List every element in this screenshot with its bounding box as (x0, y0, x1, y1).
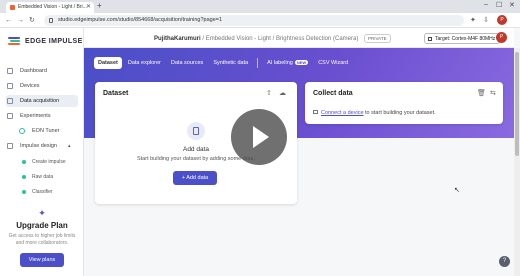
switch-icon[interactable]: ⇆ (490, 89, 496, 97)
upgrade-text: Get access to higher job limits and more… (8, 233, 76, 246)
user-avatar[interactable]: P (496, 32, 507, 43)
dashboard-icon (7, 68, 13, 74)
sidebar-subitem-label: Classifier (32, 189, 53, 195)
sidebar-item-label: Dashboard (20, 68, 47, 74)
device-icon (313, 110, 318, 114)
sidebar-item-label: EON Tuner (32, 128, 60, 134)
sidebar-subitem-label: Raw data (32, 174, 54, 180)
view-plans-button[interactable]: View plans (19, 253, 65, 267)
browser-tab[interactable]: Embedded Vision - Light / Bri... ✕ (6, 2, 94, 13)
status-dot-icon (22, 190, 26, 194)
breadcrumb: PujithaKarumuri / Embedded Vision - Ligh… (154, 34, 391, 43)
tab-label: AI labeling (267, 60, 293, 66)
sidebar-item-eon-tuner[interactable]: EON Tuner (18, 125, 60, 137)
devices-icon (7, 83, 13, 89)
collect-rest-text: to start building your dataset. (365, 110, 436, 116)
forward-icon[interactable]: → (17, 16, 24, 25)
help-icon[interactable]: ? (499, 256, 510, 267)
tab-dataset[interactable]: Dataset (94, 57, 122, 69)
sidebar-item-devices[interactable]: Devices (6, 80, 40, 92)
sidebar-item-experiments[interactable]: Experiments (6, 110, 51, 122)
browser-profile-avatar[interactable]: P (497, 15, 507, 25)
collect-data-card: Collect data 🗑 ⇆ Connect a device to sta… (305, 82, 503, 124)
dataset-empty-icon (187, 122, 205, 140)
connect-device-link[interactable]: Connect a device (321, 110, 364, 116)
browser-tab-title: Embedded Vision - Light / Bri... (18, 4, 87, 10)
tab-data-sources[interactable]: Data sources (167, 57, 207, 69)
database-icon (7, 98, 13, 104)
sidebar-item-impulse-design[interactable]: Impulse design ▴ (6, 140, 71, 152)
impulse-icon (7, 143, 13, 149)
breadcrumb-user[interactable]: PujithaKarumuri (154, 36, 201, 42)
status-dot-icon (22, 175, 26, 179)
add-data-button[interactable]: + Add data (173, 171, 217, 185)
logo[interactable]: EDGE IMPULSE (8, 36, 83, 46)
sidebar-item-label: Data acquisition (20, 98, 60, 104)
tab-csv-wizard[interactable]: CSV Wizard (314, 57, 352, 69)
visibility-badge: PRIVATE (364, 34, 391, 43)
downloads-icon[interactable]: ⇩ (483, 16, 489, 25)
back-icon[interactable]: ← (5, 16, 12, 25)
tab-ai-labeling[interactable]: AI labeling NEW (263, 57, 312, 69)
target-label: Target: Cortex-M4F 80MHz (435, 36, 496, 42)
new-tab-icon[interactable]: + (97, 1, 102, 10)
video-play-button[interactable] (231, 109, 287, 165)
close-tab-icon[interactable]: ✕ (86, 2, 91, 13)
status-dot-icon (22, 160, 26, 164)
favicon-icon (10, 5, 15, 10)
tab-synthetic-data[interactable]: Synthetic data (209, 57, 252, 69)
upload-icon[interactable]: ⇧ (266, 89, 272, 97)
url-input[interactable]: studio.edgeimpulse.com/studio/854668/acq… (44, 15, 464, 26)
dataset-card-title: Dataset (103, 90, 129, 97)
url-text: studio.edgeimpulse.com/studio/854668/acq… (58, 17, 223, 23)
sidebar-item-data-acquisition[interactable]: Data acquisition (6, 95, 78, 107)
mouse-cursor-icon: ↖ (454, 187, 460, 194)
tuner-icon (19, 128, 25, 134)
tab-divider (257, 58, 259, 68)
sidebar-item-label: Impulse design (20, 143, 57, 149)
address-bar-row: ← → ↻ studio.edgeimpulse.com/studio/8546… (0, 13, 520, 28)
sidebar: EDGE IMPULSE Dashboard Devices Data acqu… (0, 28, 84, 276)
maximize-icon[interactable]: ☐ (496, 1, 502, 9)
upgrade-title: Upgrade Plan (16, 221, 68, 230)
lock-icon (49, 18, 53, 23)
project-header: PujithaKarumuri / Embedded Vision - Ligh… (84, 28, 514, 48)
experiments-icon (7, 113, 13, 119)
breadcrumb-project: Embedded Vision - Light / Brightness Det… (205, 36, 359, 42)
delete-icon[interactable]: 🗑 (477, 89, 486, 97)
logo-text: EDGE IMPULSE (25, 37, 83, 45)
close-window-icon[interactable]: ✕ (509, 1, 515, 9)
tab-data-explorer[interactable]: Data explorer (124, 57, 165, 69)
play-icon (253, 126, 269, 148)
collect-instructions: Connect a device to start building your … (313, 110, 436, 116)
sidebar-item-dashboard[interactable]: Dashboard (6, 65, 47, 77)
target-selector[interactable]: Target: Cortex-M4F 80MHz (424, 33, 501, 44)
sidebar-subitem-raw-data[interactable]: Raw data (22, 174, 53, 180)
minimize-icon[interactable]: – (484, 1, 488, 8)
add-data-label: Add data (186, 175, 209, 181)
star-icon: ✦ (38, 208, 46, 218)
collect-card-title: Collect data (313, 90, 353, 97)
subtab-bar: Dataset Data explorer Data sources Synth… (94, 57, 352, 69)
scrollbar[interactable] (514, 48, 520, 276)
cloud-icon[interactable]: ☁ (279, 89, 286, 97)
sidebar-subitem-create-impulse[interactable]: Create impulse (22, 159, 66, 165)
scrollbar-thumb[interactable] (515, 52, 519, 156)
reload-icon[interactable]: ↻ (29, 16, 35, 25)
sidebar-item-label: Devices (20, 83, 40, 89)
sidebar-subitem-label: Create impulse (32, 159, 66, 165)
sidebar-subitem-classifier[interactable]: Classifier (22, 189, 53, 195)
logo-icon (8, 37, 22, 45)
chevron-up-icon[interactable]: ▴ (68, 140, 71, 152)
upgrade-panel: ✦ Upgrade Plan Get access to higher job … (6, 208, 78, 267)
chip-icon (428, 37, 432, 41)
new-badge: NEW (294, 60, 309, 65)
sidebar-item-label: Experiments (20, 113, 51, 119)
extensions-icon[interactable]: ✦ (470, 16, 476, 25)
browser-tab-strip: Embedded Vision - Light / Bri... ✕ + – ☐… (0, 0, 520, 13)
